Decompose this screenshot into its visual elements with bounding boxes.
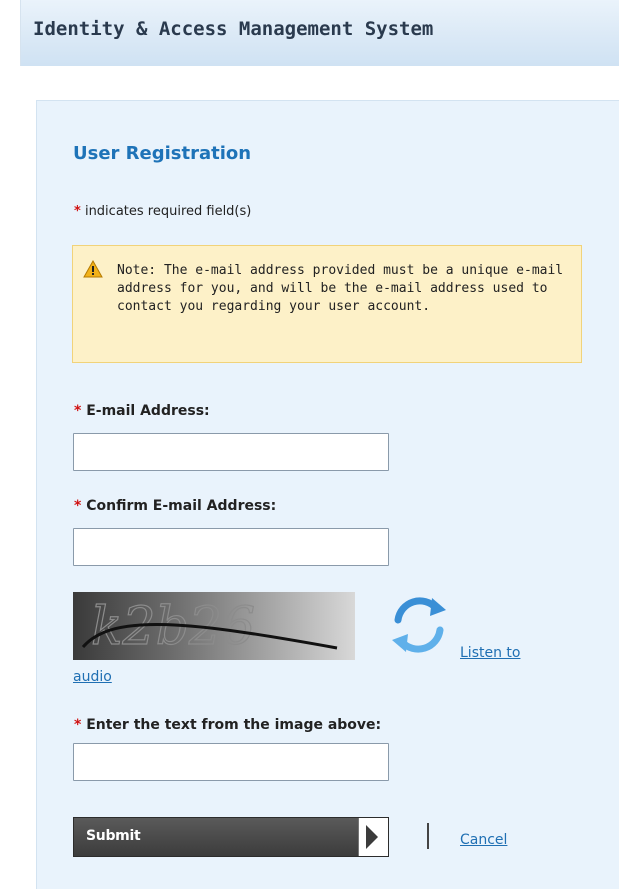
- required-marker: *: [74, 204, 81, 219]
- confirm-email-label: * Confirm E-mail Address:: [74, 498, 276, 514]
- captcha-text: k2b26: [91, 597, 255, 657]
- email-input[interactable]: [73, 433, 389, 471]
- page-title: User Registration: [73, 143, 252, 164]
- email-note-box: Note: The e-mail address provided must b…: [72, 245, 582, 363]
- captcha-graphic: k2b26: [81, 596, 338, 658]
- listen-audio-link[interactable]: Listen to: [460, 645, 520, 661]
- refresh-captcha-icon[interactable]: [384, 592, 454, 658]
- required-fields-note: * indicates required field(s): [74, 204, 251, 219]
- required-note-text: indicates required field(s): [84, 204, 252, 219]
- required-marker: *: [74, 717, 82, 733]
- email-note-text: Note: The e-mail address provided must b…: [117, 263, 564, 314]
- captcha-label-text: Enter the text from the image above:: [86, 717, 382, 733]
- confirm-email-label-text: Confirm E-mail Address:: [86, 498, 277, 514]
- submit-label: Submit: [86, 828, 141, 844]
- email-label: * E-mail Address:: [74, 403, 210, 419]
- cancel-link[interactable]: Cancel: [460, 832, 507, 848]
- email-label-text: E-mail Address:: [86, 403, 210, 419]
- submit-arrow: [358, 818, 388, 856]
- chevron-right-icon: [366, 825, 378, 849]
- required-marker: *: [74, 403, 82, 419]
- required-marker: *: [74, 498, 82, 514]
- captcha-image: k2b26: [73, 592, 355, 660]
- confirm-email-input[interactable]: [73, 528, 389, 566]
- app-header: Identity & Access Management System: [20, 0, 619, 66]
- action-divider: [427, 823, 429, 849]
- submit-button[interactable]: Submit: [73, 817, 389, 857]
- app-title: Identity & Access Management System: [33, 18, 434, 40]
- captcha-input[interactable]: [73, 743, 389, 781]
- captcha-input-label: * Enter the text from the image above:: [74, 717, 381, 733]
- warning-icon: [83, 260, 103, 278]
- listen-audio-link-continued[interactable]: audio: [73, 669, 112, 685]
